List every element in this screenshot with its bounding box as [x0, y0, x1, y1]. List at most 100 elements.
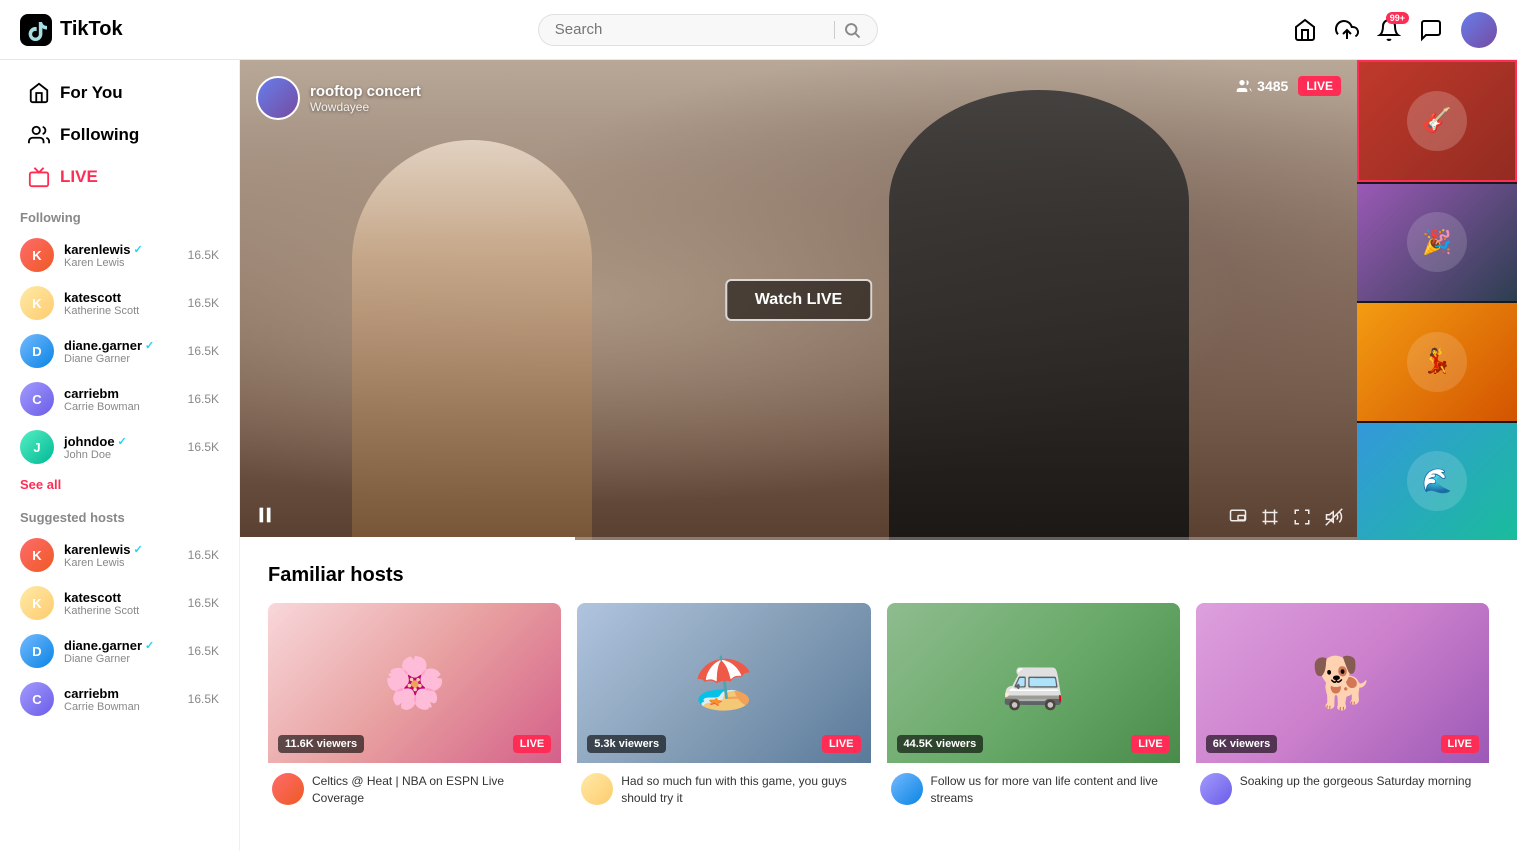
- logo[interactable]: TikTok: [20, 14, 123, 46]
- suggested-avatar-0: K: [20, 538, 54, 572]
- crop-icon: [1261, 508, 1279, 526]
- host-live-1: LIVE: [822, 735, 860, 753]
- sidebar-item-for-you[interactable]: For You: [8, 72, 231, 114]
- search-bar: [538, 14, 878, 46]
- live-label: LIVE: [60, 167, 98, 187]
- search-input[interactable]: [555, 21, 826, 38]
- following-user-2[interactable]: D diane.garner ✓ Diane Garner 16.5K: [0, 327, 239, 375]
- familiar-hosts-title: Familiar hosts: [268, 564, 1489, 587]
- viewers-count: 3485: [1236, 78, 1288, 94]
- host-viewers-3: 6K viewers: [1206, 735, 1277, 753]
- host-desc-1: Had so much fun with this game, you guys…: [621, 773, 866, 807]
- user-avatar-0: K: [20, 238, 54, 272]
- host-thumb-3: 🐕 6K viewers LIVE: [1196, 603, 1489, 763]
- suggested-count-3: 16.5K: [188, 692, 219, 706]
- live-hero: rooftop concert Wowdayee 3485 LIVE: [240, 60, 1517, 540]
- watch-live-button[interactable]: Watch LIVE: [725, 279, 872, 321]
- user-handle-2: diane.garner ✓: [64, 338, 154, 353]
- suggested-user-3[interactable]: C carriebm Carrie Bowman 16.5K: [0, 675, 239, 723]
- user-name-1: Katherine Scott: [64, 305, 139, 317]
- following-user-4[interactable]: J johndoe ✓ John Doe 16.5K: [0, 423, 239, 471]
- notification-badge: 99+: [1386, 12, 1409, 24]
- host-card-2[interactable]: 🚐 44.5K viewers LIVE Follow us for more …: [887, 603, 1180, 811]
- suggested-handle-3: carriebm: [64, 686, 140, 701]
- user-count-3: 16.5K: [188, 392, 219, 406]
- thumb-bg-3: 🌊: [1357, 423, 1517, 541]
- home-nav-icon: [28, 82, 50, 104]
- suggested-name-1: Katherine Scott: [64, 605, 139, 617]
- thumbnail-0[interactable]: 🎸: [1357, 60, 1517, 182]
- mute-button[interactable]: [1325, 508, 1343, 526]
- host-live-2: LIVE: [1131, 735, 1169, 753]
- suggested-count-0: 16.5K: [188, 548, 219, 562]
- see-all-following[interactable]: See all: [0, 471, 239, 498]
- live-header-info: rooftop concert Wowdayee: [256, 76, 421, 120]
- host-desc-0: Celtics @ Heat | NBA on ESPN Live Covera…: [312, 773, 557, 807]
- live-nav-icon: [28, 166, 50, 188]
- suggested-name-0: Karen Lewis: [64, 557, 143, 569]
- search-icon: [843, 21, 861, 39]
- host-desc-2: Follow us for more van life content and …: [931, 773, 1176, 807]
- thumbnail-3[interactable]: 🌊: [1357, 423, 1517, 541]
- host-card-0[interactable]: 🌸 11.6K viewers LIVE Celtics @ Heat | NB…: [268, 603, 561, 811]
- following-nav-icon: [28, 124, 50, 146]
- main-layout: For You Following LIVE Following K: [0, 60, 1517, 851]
- suggested-count-1: 16.5K: [188, 596, 219, 610]
- suggested-user-2[interactable]: D diane.garner ✓ Diane Garner 16.5K: [0, 627, 239, 675]
- host-viewers-0: 11.6K viewers: [278, 735, 364, 753]
- suggested-user-1[interactable]: K katescott Katherine Scott 16.5K: [0, 579, 239, 627]
- notifications-icon-btn[interactable]: 99+: [1377, 18, 1401, 42]
- suggested-section-title: Suggested hosts: [0, 498, 239, 531]
- crop-button[interactable]: [1261, 508, 1279, 526]
- search-divider: [834, 21, 835, 39]
- progress-bar[interactable]: [240, 537, 1357, 540]
- host-avatar-small-2: [891, 773, 923, 805]
- header: TikTok: [0, 0, 1517, 60]
- host-viewers-2: 44.5K viewers: [897, 735, 984, 753]
- thumbnail-2[interactable]: 💃: [1357, 303, 1517, 421]
- following-user-0[interactable]: K karenlewis ✓ Karen Lewis 16.5K: [0, 231, 239, 279]
- tiktok-logo-icon: [20, 14, 52, 46]
- suggested-user-0[interactable]: K karenlewis ✓ Karen Lewis 16.5K: [0, 531, 239, 579]
- pause-button[interactable]: [254, 504, 276, 526]
- thumb-bg-1: 🎉: [1357, 184, 1517, 302]
- host-info-3: Soaking up the gorgeous Saturday morning: [1196, 763, 1489, 809]
- host-card-1[interactable]: 🏖️ 5.3k viewers LIVE Had so much fun wit…: [577, 603, 870, 811]
- user-name-4: John Doe: [64, 449, 127, 461]
- verified-icon-0: ✓: [134, 243, 143, 256]
- host-info-2: Follow us for more van life content and …: [887, 763, 1180, 811]
- live-host-name: rooftop concert: [310, 83, 421, 100]
- user-avatar-btn[interactable]: [1461, 12, 1497, 48]
- home-icon-btn[interactable]: [1293, 18, 1317, 42]
- following-user-3[interactable]: C carriebm Carrie Bowman 16.5K: [0, 375, 239, 423]
- thumb-bg-0: 🎸: [1359, 62, 1515, 180]
- user-handle-3: carriebm: [64, 386, 140, 401]
- user-count-0: 16.5K: [188, 248, 219, 262]
- fullscreen-icon: [1293, 508, 1311, 526]
- suggested-count-2: 16.5K: [188, 644, 219, 658]
- upload-icon-btn[interactable]: [1335, 18, 1359, 42]
- sidebar-item-live[interactable]: LIVE: [8, 156, 231, 198]
- home-icon: [1293, 18, 1317, 42]
- video-controls: [1229, 508, 1343, 526]
- host-live-3: LIVE: [1441, 735, 1479, 753]
- suggested-avatar-1: K: [20, 586, 54, 620]
- person-left-silhouette: [352, 140, 592, 540]
- upload-icon: [1335, 18, 1359, 42]
- fullscreen-button[interactable]: [1293, 508, 1311, 526]
- following-user-1[interactable]: K katescott Katherine Scott 16.5K: [0, 279, 239, 327]
- host-card-3[interactable]: 🐕 6K viewers LIVE Soaking up the gorgeou…: [1196, 603, 1489, 811]
- search-button[interactable]: [843, 21, 861, 39]
- live-main-video: rooftop concert Wowdayee 3485 LIVE: [240, 60, 1357, 540]
- pip-button[interactable]: [1229, 508, 1247, 526]
- pip-icon: [1229, 508, 1247, 526]
- host-thumb-0: 🌸 11.6K viewers LIVE: [268, 603, 561, 763]
- sidebar-item-following[interactable]: Following: [8, 114, 231, 156]
- thumbnail-1[interactable]: 🎉: [1357, 184, 1517, 302]
- pause-icon: [254, 504, 276, 526]
- live-host-avatar: [256, 76, 300, 120]
- host-live-0: LIVE: [513, 735, 551, 753]
- host-viewers-1: 5.3k viewers: [587, 735, 666, 753]
- suggested-handle-0: karenlewis ✓: [64, 542, 143, 557]
- messages-icon-btn[interactable]: [1419, 18, 1443, 42]
